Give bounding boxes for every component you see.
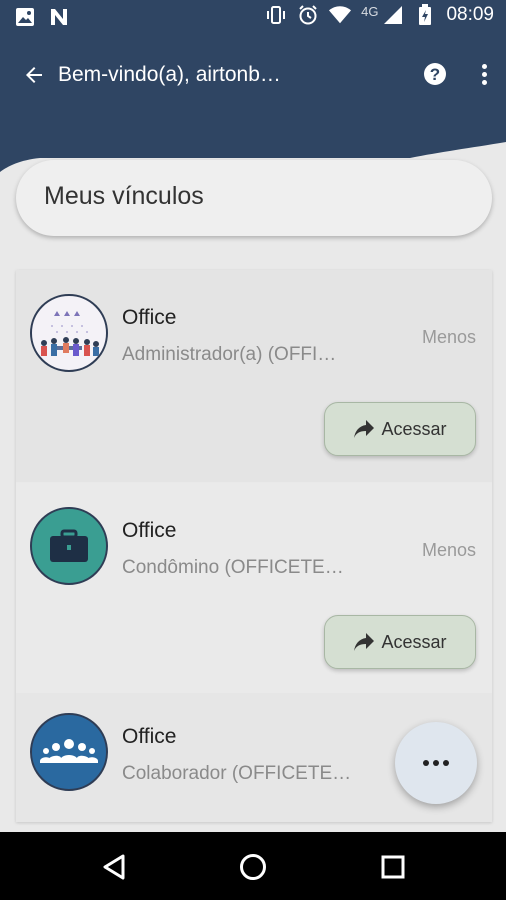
more-horiz-dot	[433, 760, 439, 766]
vinculo-role: Condômino (OFFICETE…	[122, 557, 344, 578]
n-app-icon	[48, 6, 70, 28]
app-bar: Bem-vindo(a), airtonb… ?	[0, 52, 506, 98]
access-label: Acessar	[381, 631, 447, 652]
svg-text:?: ?	[430, 65, 440, 84]
collapse-toggle[interactable]: Menos	[422, 327, 476, 348]
vinculo-role: Administrador(a) (OFFI…	[122, 344, 337, 365]
more-vert-icon	[481, 63, 487, 69]
status-bar: 4G 08:09	[0, 0, 506, 36]
nav-back-button[interactable]	[97, 850, 131, 884]
system-nav-bar	[0, 832, 506, 900]
help-circle-icon: ?	[424, 63, 446, 85]
nav-back-icon	[103, 854, 125, 880]
access-button[interactable]: Acessar	[324, 615, 476, 669]
image-icon	[14, 6, 36, 28]
vinculo-card[interactable]: Office Condômino (OFFICETE… Menos Acessa…	[16, 483, 492, 695]
more-horiz-icon	[423, 760, 429, 766]
battery-icon	[414, 4, 436, 26]
access-label: Acessar	[381, 418, 447, 439]
app-title: Bem-vindo(a), airtonb…	[58, 63, 281, 86]
status-time: 08:09	[446, 4, 494, 25]
network-type: 4G	[361, 3, 379, 19]
back-button[interactable]	[18, 60, 50, 90]
nav-recents-button[interactable]	[376, 850, 410, 884]
signal-icon	[382, 4, 404, 26]
help-button[interactable]: ?	[422, 61, 448, 87]
more-vert-button[interactable]	[474, 61, 494, 87]
nav-recents-icon	[381, 855, 405, 879]
more-vert-dot	[481, 79, 487, 85]
share-forward-icon	[354, 633, 375, 651]
collapse-toggle[interactable]: Menos	[422, 540, 476, 561]
more-vert-dot	[481, 71, 487, 77]
section-title: Meus vínculos	[44, 182, 204, 210]
vinculo-name: Office	[122, 725, 177, 748]
nav-home-icon	[240, 854, 266, 880]
team-illustration-icon	[30, 294, 108, 372]
vinculo-name: Office	[122, 519, 177, 542]
section-header: Meus vínculos	[16, 160, 492, 236]
vinculo-name: Office	[122, 306, 177, 329]
access-button[interactable]: Acessar	[324, 402, 476, 456]
arrow-back-icon	[26, 67, 42, 83]
vibrate-icon	[265, 4, 287, 26]
vinculo-card[interactable]: Office Administrador(a) (OFFI… Menos Ace…	[16, 270, 492, 482]
wifi-icon	[329, 4, 352, 26]
more-horiz-dot	[443, 760, 449, 766]
group-icon	[30, 713, 108, 791]
briefcase-icon	[30, 507, 108, 585]
share-forward-icon	[354, 420, 375, 438]
more-options-fab[interactable]	[395, 722, 477, 804]
alarm-icon	[297, 4, 319, 26]
nav-home-button[interactable]	[236, 850, 270, 884]
vinculo-role: Colaborador (OFFICETE…	[122, 763, 352, 784]
